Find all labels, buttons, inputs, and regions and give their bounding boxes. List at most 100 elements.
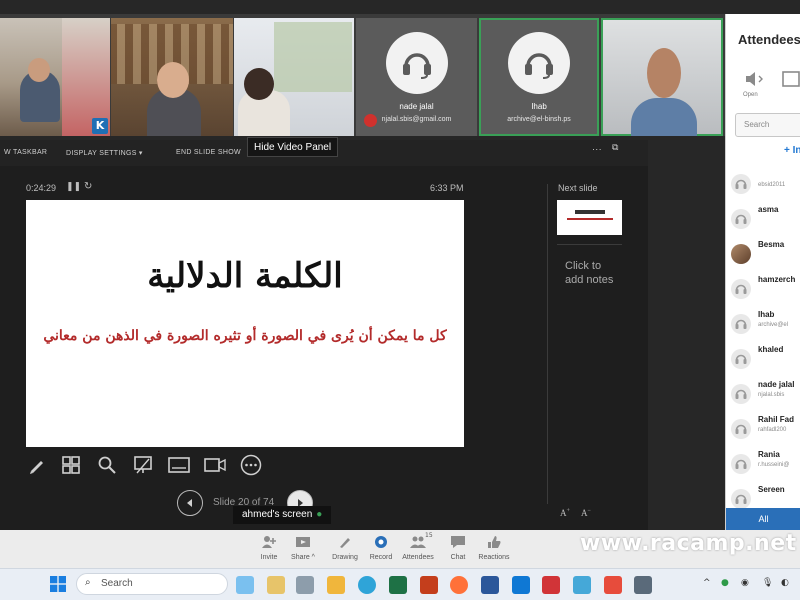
- chat-button[interactable]: Chat: [441, 534, 475, 561]
- taskbar-app-explorer-icon[interactable]: [267, 576, 285, 594]
- screen-owner: ahmed's screen: [242, 509, 313, 520]
- taskbar-search-input[interactable]: Search: [76, 573, 228, 595]
- next-slide-label: Next slide: [558, 183, 598, 193]
- record-icon: [375, 536, 387, 548]
- slide-subtitle: كل ما يمكن أن يُرى في الصورة أو تثيره ال…: [43, 328, 447, 344]
- headset-icon: [731, 454, 751, 474]
- taskbar-app-firefox-icon[interactable]: [450, 576, 468, 594]
- more-icon[interactable]: [240, 454, 262, 476]
- camera-icon[interactable]: [204, 454, 226, 476]
- pause-icon[interactable]: ❚❚: [66, 182, 81, 192]
- zoom-icon[interactable]: [96, 454, 118, 476]
- presenter-view: 0:24:29 ❚❚ ↻ 6:33 PM الكلمة الدلالية كل …: [0, 166, 648, 530]
- attendee-search-input[interactable]: Search: [735, 113, 800, 137]
- pen-icon[interactable]: [26, 454, 48, 476]
- taskbar-app-widgets-icon[interactable]: [236, 576, 254, 594]
- network-icon[interactable]: ◐: [781, 578, 789, 588]
- participant-head: [647, 48, 681, 98]
- invite-button[interactable]: Invite: [252, 534, 286, 561]
- end-slideshow-button[interactable]: END SLIDE SHOW: [176, 149, 241, 156]
- shared-screen-label: ahmed's screen ●: [233, 506, 332, 524]
- invite-icon: [262, 536, 276, 548]
- taskbar-app-excel-icon[interactable]: [389, 576, 407, 594]
- more-dots-icon[interactable]: ···: [592, 144, 602, 154]
- attendees-all-tab[interactable]: All: [726, 508, 800, 530]
- share-button[interactable]: Share ^: [286, 534, 320, 561]
- tooltip: Hide Video Panel: [247, 137, 339, 157]
- headset-icon: [731, 279, 751, 299]
- decrease-font-button[interactable]: A−: [581, 508, 591, 518]
- taskbar-app-photos-icon[interactable]: [573, 576, 591, 594]
- next-slide-thumbnail[interactable]: [557, 200, 622, 235]
- taskbar-app-media-icon[interactable]: [296, 576, 314, 594]
- current-slide: الكلمة الدلالية كل ما يمكن أن يُرى في ال…: [26, 200, 464, 447]
- increase-font-button[interactable]: A+: [560, 508, 570, 518]
- attendee-name: Besma: [758, 240, 785, 249]
- attendee-photo-avatar: [731, 244, 751, 264]
- panel-icon: [782, 71, 800, 87]
- taskbar-app-whiteboard-icon[interactable]: [604, 576, 622, 594]
- record-button[interactable]: Record: [364, 534, 398, 561]
- window-view: [274, 22, 352, 92]
- view-toggle[interactable]: [776, 69, 800, 93]
- attendee-row[interactable]: khaled: [726, 339, 800, 373]
- tray-chevron-icon[interactable]: ^: [703, 578, 711, 588]
- video-tile-ihab[interactable]: Ihab archive@el-binsh.ps: [479, 18, 599, 136]
- drawing-button[interactable]: Drawing: [328, 534, 362, 561]
- attendees-icon: [410, 536, 426, 548]
- attendee-row[interactable]: Rahil Fad rahfadl200: [726, 409, 800, 443]
- speaker-notes[interactable]: Click to add notes: [565, 259, 615, 287]
- subtitles-icon[interactable]: [168, 454, 190, 476]
- attendees-button[interactable]: 15 Attendees: [401, 532, 435, 561]
- display-settings-button[interactable]: DISPLAY SETTINGS ▾: [66, 149, 143, 157]
- attendee-row[interactable]: Besma: [726, 234, 800, 268]
- restart-icon[interactable]: ↻: [84, 181, 92, 192]
- windows-start-icon[interactable]: [50, 576, 66, 592]
- video-tile-3[interactable]: [234, 18, 354, 136]
- headset-icon: [402, 53, 431, 79]
- attendee-row[interactable]: ebsid2011: [726, 164, 800, 198]
- restore-icon[interactable]: ⧉: [612, 142, 619, 153]
- headset-avatar: [508, 32, 570, 94]
- video-tile-1[interactable]: K: [0, 18, 110, 136]
- speaker-toggle[interactable]: [740, 69, 770, 93]
- attendee-name: Rania: [758, 450, 780, 459]
- taskbar-app-outlook-icon[interactable]: [512, 576, 530, 594]
- attendee-row[interactable]: asma: [726, 199, 800, 233]
- participant-head: [244, 68, 274, 100]
- tray-app2-icon[interactable]: ◉: [741, 578, 749, 588]
- slides-grid-icon[interactable]: [60, 454, 82, 476]
- attendee-row[interactable]: Ihab archive@el: [726, 304, 800, 338]
- tray-app-icon[interactable]: ●: [721, 578, 729, 588]
- video-tile-2[interactable]: [111, 18, 233, 136]
- attendee-row[interactable]: hamzerch: [726, 269, 800, 303]
- windows-taskbar: Search ⌕ ^ ● ◉ 🎙 ◐: [0, 568, 800, 600]
- pointer-icon[interactable]: [132, 454, 154, 476]
- attendee-name: Rahil Fad: [758, 415, 795, 424]
- taskbar-toggle[interactable]: W TASKBAR: [4, 149, 47, 156]
- previous-slide-button[interactable]: [177, 490, 203, 516]
- video-tile-6[interactable]: [601, 18, 723, 136]
- taskbar-app-powerpoint-icon[interactable]: [420, 576, 438, 594]
- attendee-count: 15: [425, 532, 433, 539]
- participant-silhouette: [631, 98, 697, 136]
- taskbar-app-edge-icon[interactable]: [358, 576, 376, 594]
- chat-label: Chat: [450, 554, 466, 561]
- attendee-email: archive@el: [758, 322, 789, 328]
- attendee-name: hamzerch: [758, 275, 796, 284]
- taskbar-app-acrobat-icon[interactable]: [542, 576, 560, 594]
- slide-title: الكلمة الدلالية: [147, 256, 343, 296]
- drawing-label: Drawing: [332, 554, 358, 561]
- screen: K nade jalal njalal.sbis@gmail.com Ihab …: [0, 0, 800, 600]
- taskbar-app-word-icon[interactable]: [481, 576, 499, 594]
- attendee-name: asma: [758, 205, 779, 214]
- invite-attendee-button[interactable]: + Invite: [784, 145, 800, 156]
- microphone-icon[interactable]: 🎙: [762, 578, 773, 588]
- video-tile-nade-jalal[interactable]: nade jalal njalal.sbis@gmail.com: [356, 18, 477, 136]
- taskbar-app-folder-icon[interactable]: [327, 576, 345, 594]
- attendee-row[interactable]: nade jalal njalal.sbis: [726, 374, 800, 408]
- reactions-label: Reactions: [478, 554, 510, 561]
- attendee-row[interactable]: Rania r.husseini@: [726, 444, 800, 478]
- taskbar-app-meeting-icon[interactable]: [634, 576, 652, 594]
- reactions-button[interactable]: Reactions: [477, 534, 511, 561]
